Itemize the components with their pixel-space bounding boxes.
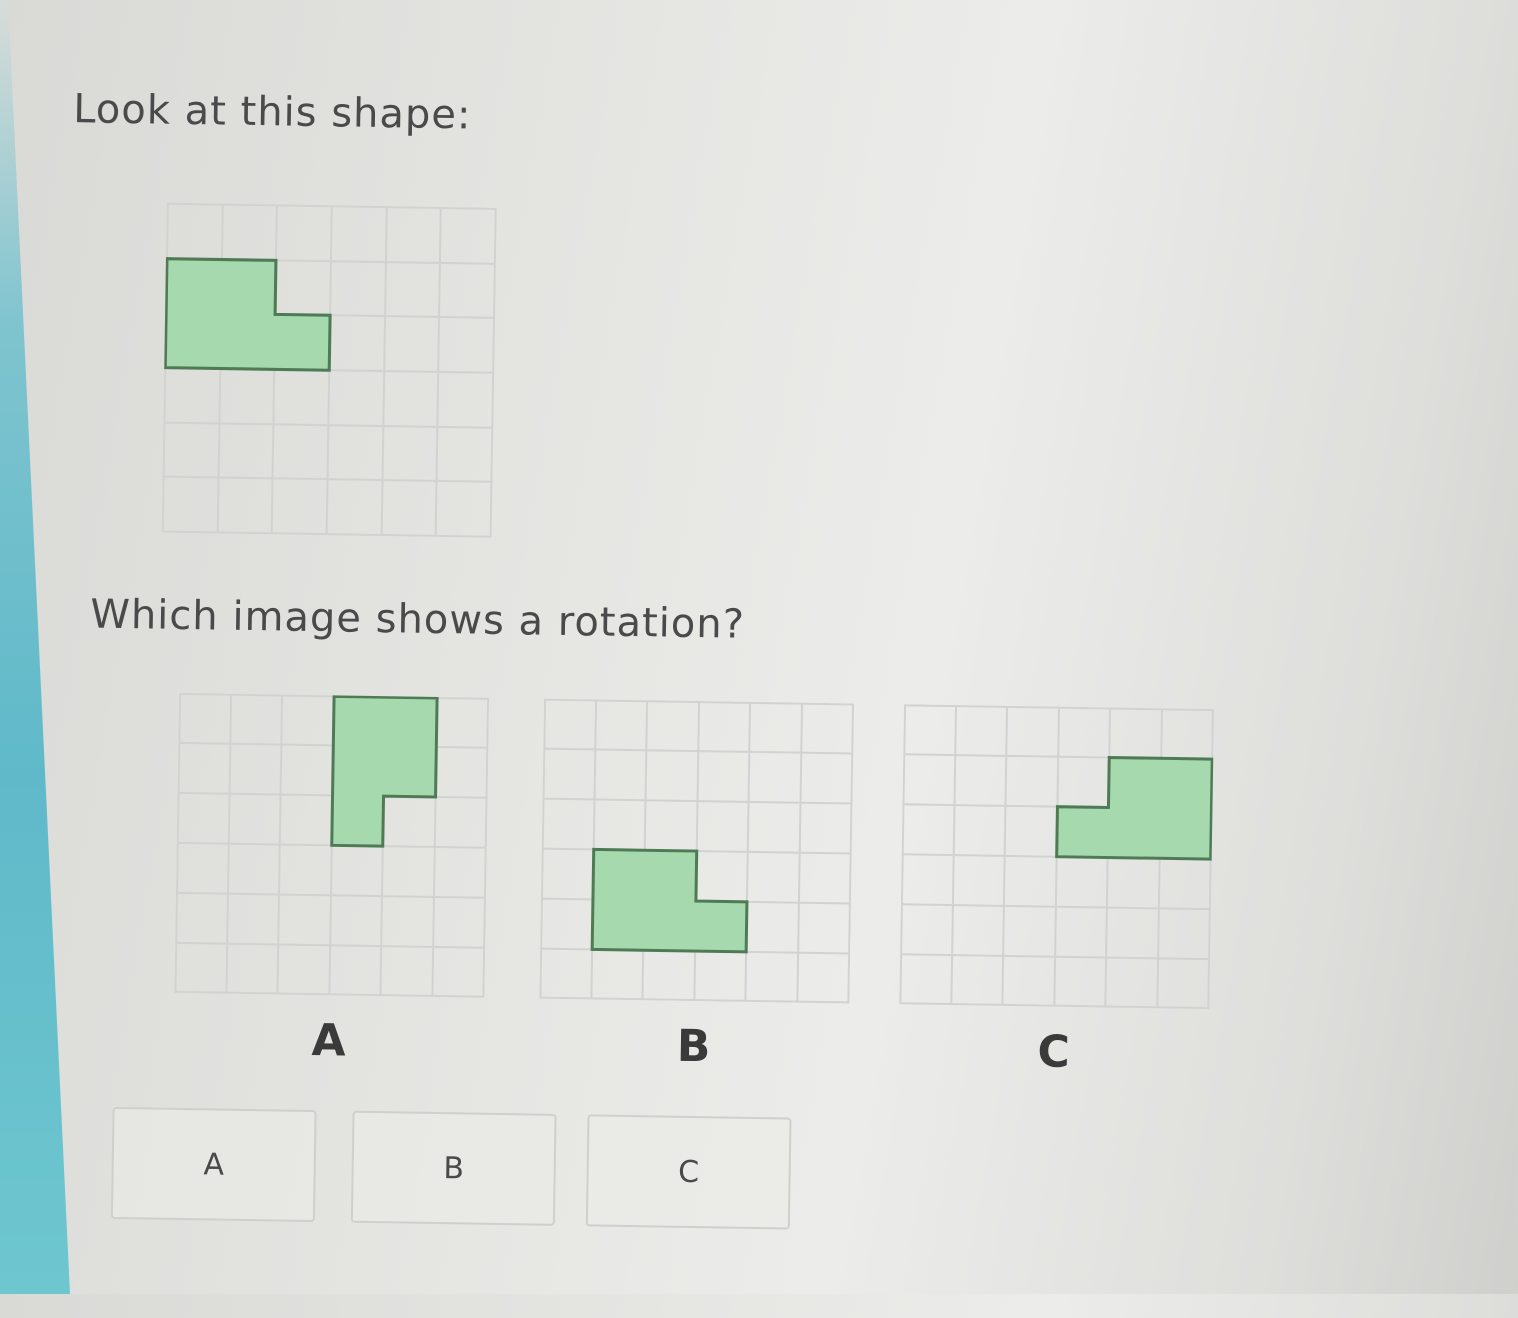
choice-a-shape	[330, 694, 439, 848]
choice-b-shape	[590, 847, 749, 954]
original-l-shape	[163, 257, 332, 372]
choice-c-grid	[899, 704, 1215, 1010]
choice-a-label: A	[311, 1015, 347, 1067]
choice-c-shape	[1055, 755, 1214, 861]
choice-b-label: B	[676, 1020, 711, 1073]
answer-b-button[interactable]: B	[350, 1110, 557, 1226]
question-prompt: Which image shows a rotation?	[89, 591, 746, 648]
answer-c-button[interactable]: C	[585, 1114, 792, 1230]
answer-a-label: A	[203, 1146, 225, 1183]
choice-a-grid	[174, 692, 490, 998]
choice-c-label: C	[1037, 1026, 1071, 1078]
answer-c-label: C	[677, 1154, 700, 1190]
original-shape-grid	[161, 202, 497, 538]
answer-a-button[interactable]: A	[110, 1106, 317, 1223]
question-page: Look at this shape: Which image shows a …	[0, 0, 1518, 1318]
answer-b-label: B	[443, 1150, 465, 1186]
choice-b-grid	[539, 698, 855, 1004]
intro-text: Look at this shape:	[72, 86, 472, 139]
